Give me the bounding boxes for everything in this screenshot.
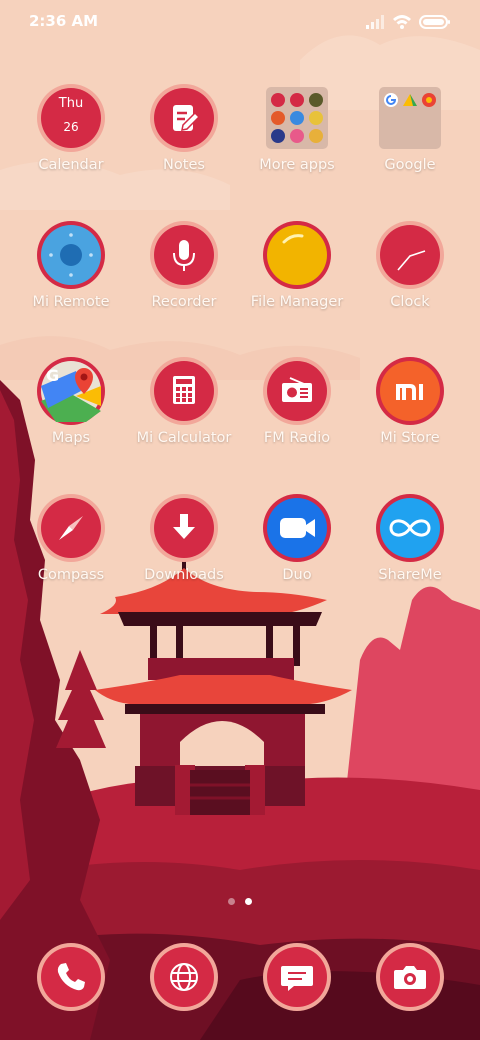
file-manager-icon (263, 221, 331, 289)
calculator-icon (150, 357, 218, 425)
microphone-icon (150, 221, 218, 289)
app-label: Compass (37, 567, 105, 583)
app-mi-remote[interactable]: Mi Remote (16, 220, 126, 340)
calendar-date: 26 (63, 120, 79, 134)
remote-icon (37, 221, 105, 289)
app-notes[interactable]: Notes (129, 83, 239, 203)
app-label: Google (384, 157, 436, 173)
app-folder-google[interactable]: Google (355, 83, 465, 203)
clock-icon (376, 221, 444, 289)
app-label: ShareMe (378, 567, 442, 583)
message-icon[interactable] (262, 942, 332, 1012)
app-label: More apps (259, 157, 335, 173)
svg-text:G: G (46, 366, 59, 385)
app-label: Calendar (38, 157, 104, 173)
app-maps[interactable]: G Maps (16, 356, 126, 476)
app-shareme[interactable]: ShareMe (355, 493, 465, 613)
app-label: Clock (390, 294, 430, 310)
app-label: Duo (282, 567, 312, 583)
calendar-day: Thu (58, 96, 84, 111)
notes-icon (150, 84, 218, 152)
share-icon (376, 494, 444, 562)
app-folder-more-apps[interactable]: More apps (242, 83, 352, 203)
app-duo[interactable]: Duo (242, 493, 352, 613)
app-label: File Manager (250, 294, 344, 310)
app-label: Downloads (144, 567, 224, 583)
page-dot-1[interactable] (228, 898, 235, 905)
app-downloads[interactable]: Downloads (129, 493, 239, 613)
app-clock[interactable]: Clock (355, 220, 465, 340)
download-icon (150, 494, 218, 562)
signal-icon (366, 15, 384, 29)
app-label: Mi Store (380, 430, 440, 446)
camera-icon[interactable] (375, 942, 445, 1012)
battery-icon (419, 15, 450, 29)
app-compass[interactable]: Compass (16, 493, 126, 613)
app-mi-calculator[interactable]: Mi Calculator (129, 356, 239, 476)
wifi-icon (393, 15, 411, 29)
maps-icon: G (37, 357, 105, 425)
folder-icon (379, 87, 441, 149)
app-label: FM Radio (263, 430, 331, 446)
app-label: Mi Remote (32, 294, 110, 310)
app-file-manager[interactable]: File Manager (242, 220, 352, 340)
phone-icon[interactable] (36, 942, 106, 1012)
compass-icon (37, 494, 105, 562)
app-label: Notes (163, 157, 205, 173)
radio-icon (263, 357, 331, 425)
page-dot-2[interactable] (245, 898, 252, 905)
app-label: Recorder (151, 294, 217, 310)
calendar-icon (37, 84, 105, 152)
folder-icon (266, 87, 328, 149)
app-label: Maps (51, 430, 91, 446)
status-icons (366, 13, 452, 31)
mi-store-icon (376, 357, 444, 425)
status-time: 2:36 AM (29, 12, 99, 30)
app-calendar[interactable]: Thu 26 Calendar (16, 83, 126, 203)
app-recorder[interactable]: Recorder (129, 220, 239, 340)
app-mi-store[interactable]: Mi Store (355, 356, 465, 476)
globe-icon[interactable] (149, 942, 219, 1012)
video-camera-icon (263, 494, 331, 562)
app-fm-radio[interactable]: FM Radio (242, 356, 352, 476)
app-label: Mi Calculator (136, 430, 232, 446)
status-bar: 2:36 AM (0, 0, 480, 44)
